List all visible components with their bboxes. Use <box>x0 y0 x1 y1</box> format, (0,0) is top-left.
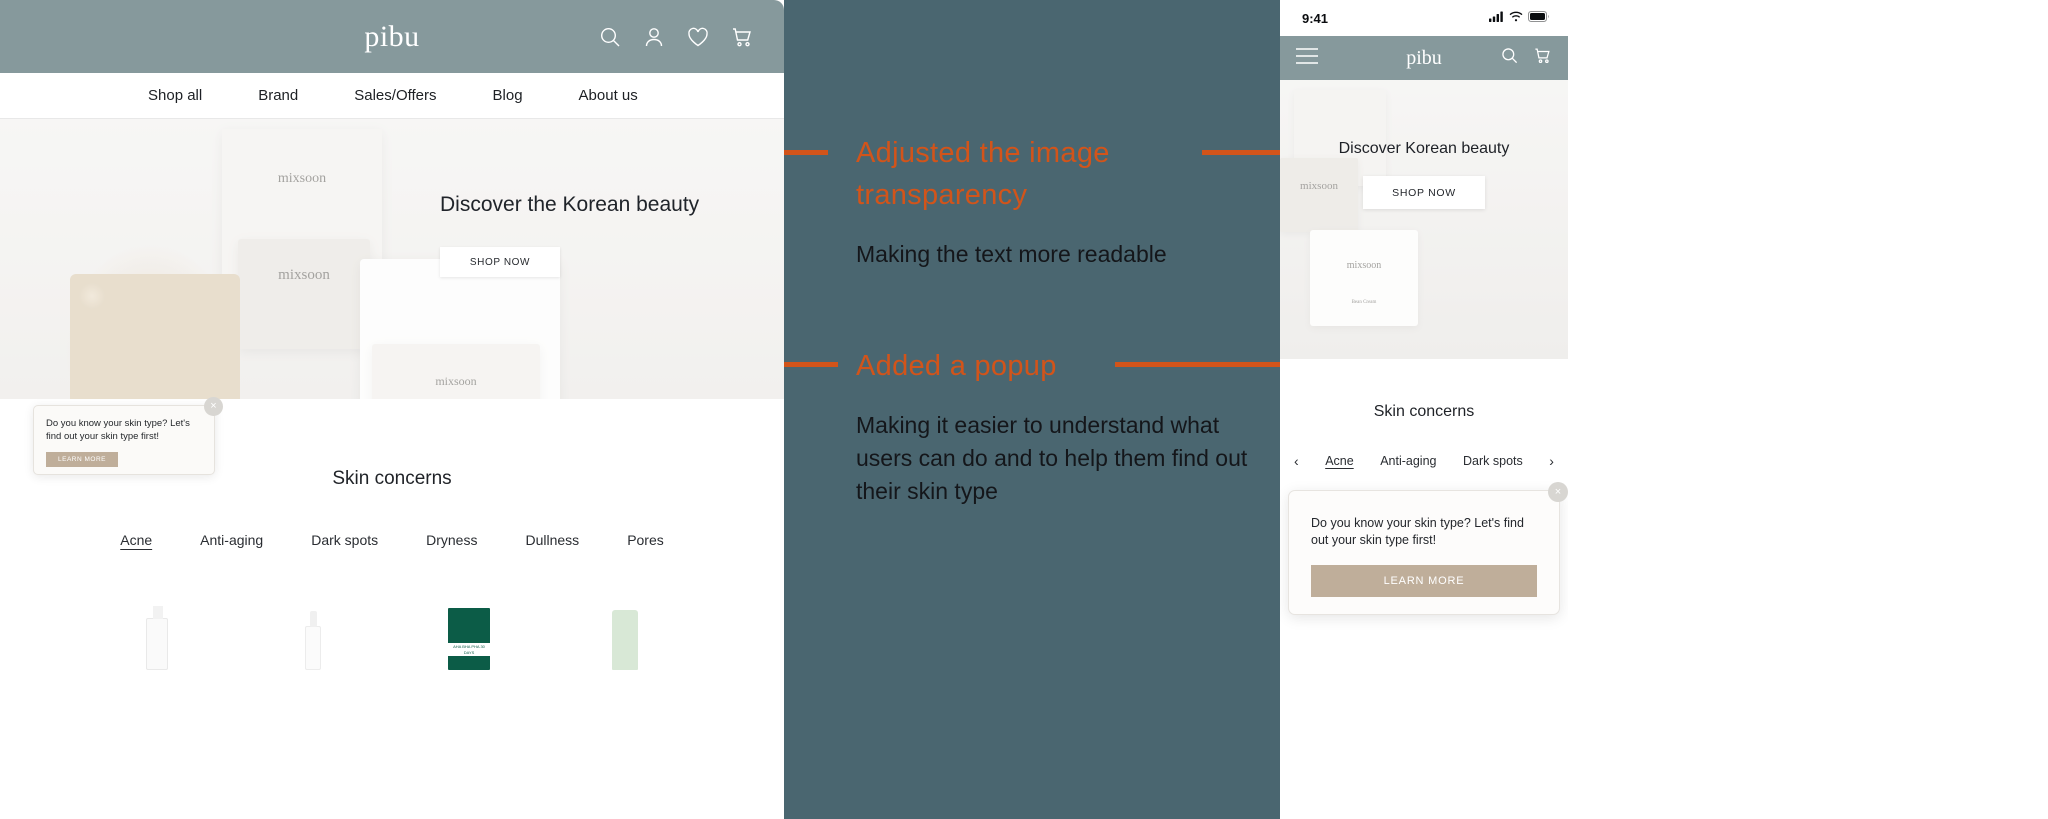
mobile-header-icons <box>1500 46 1552 70</box>
nav-item-sales[interactable]: Sales/Offers <box>354 87 436 104</box>
annotation-list: Adjusted the image transparency Making t… <box>856 0 1286 819</box>
mobile-mockup: 9:41 pibu mixsoon mixsoon Bean Cream Dis… <box>1280 0 1568 819</box>
annotation-body: Making it easier to understand what user… <box>856 412 1248 504</box>
desktop-mockup: pibu Shop all Brand Sales/Offers Blog Ab… <box>0 0 784 819</box>
concern-tab-anti-aging[interactable]: Anti-aging <box>1380 454 1436 468</box>
chevron-left-icon[interactable]: ‹ <box>1294 453 1299 469</box>
wifi-icon <box>1509 9 1523 27</box>
learn-more-button[interactable]: LEARN MORE <box>46 452 118 467</box>
annotation-panel: Adjusted the image transparency Making t… <box>784 0 1280 819</box>
hero-title: Discover the Korean beauty <box>440 193 700 216</box>
shop-now-button[interactable]: SHOP NOW <box>440 247 560 277</box>
desktop-header: pibu <box>0 0 784 73</box>
status-icons <box>1489 9 1550 27</box>
nav-item-shop-all[interactable]: Shop all <box>148 87 202 104</box>
desktop-nav: Shop all Brand Sales/Offers Blog About u… <box>0 73 784 119</box>
nav-item-blog[interactable]: Blog <box>493 87 523 104</box>
annotation-item-transparency: Adjusted the image transparency Making t… <box>856 132 1256 271</box>
product-card[interactable] <box>282 590 346 670</box>
wishlist-icon[interactable] <box>686 25 710 49</box>
desktop-skin-concerns-section: Skin concerns Acne Anti-aging Dark spots… <box>0 440 784 819</box>
status-time: 9:41 <box>1302 10 1329 26</box>
popup-message: Do you know your skin type? Let's find o… <box>46 418 190 442</box>
concern-tab-dullness[interactable]: Dullness <box>525 532 579 548</box>
chevron-right-icon[interactable]: › <box>1549 453 1554 469</box>
mobile-skin-type-popup: × Do you know your skin type? Let's find… <box>1288 482 1568 615</box>
hero-text-block: Discover Korean beauty SHOP NOW <box>1280 140 1568 209</box>
product-card[interactable] <box>126 590 190 670</box>
search-icon[interactable] <box>598 25 622 49</box>
section-title: Skin concerns <box>1373 403 1475 420</box>
hero-text-block: Discover the Korean beauty SHOP NOW <box>440 191 740 277</box>
concern-tab-dryness[interactable]: Dryness <box>426 532 477 548</box>
concern-tab-acne[interactable]: Acne <box>1325 454 1354 468</box>
mobile-status-bar: 9:41 <box>1280 0 1568 36</box>
mobile-header: pibu <box>1280 36 1568 80</box>
battery-icon <box>1528 9 1550 27</box>
shop-now-button[interactable]: SHOP NOW <box>1363 176 1485 209</box>
annotation-heading: Adjusted the image transparency <box>856 137 1110 211</box>
search-icon[interactable] <box>1500 46 1519 70</box>
hero-title: Discover Korean beauty <box>1338 140 1510 157</box>
concern-tab-acne[interactable]: Acne <box>120 532 152 548</box>
close-icon[interactable]: × <box>204 397 223 416</box>
close-icon[interactable]: × <box>1548 482 1568 502</box>
nav-item-brand[interactable]: Brand <box>258 87 298 104</box>
cellular-signal-icon <box>1489 9 1504 27</box>
cart-icon[interactable] <box>730 25 754 49</box>
popup-message: Do you know your skin type? Let's find o… <box>1311 516 1524 547</box>
concern-tab-dark-spots[interactable]: Dark spots <box>1463 454 1523 468</box>
site-logo[interactable]: pibu <box>364 20 419 54</box>
product-badge: AHA BHA PHA 30 DAYS <box>448 643 490 656</box>
hero-transparency-overlay <box>1280 80 1568 359</box>
concern-tab-dark-spots[interactable]: Dark spots <box>311 532 378 548</box>
mobile-hero: mixsoon mixsoon Bean Cream Discover Kore… <box>1280 80 1568 359</box>
learn-more-button[interactable]: LEARN MORE <box>1311 565 1537 597</box>
concern-tabs: ‹ Acne Anti-aging Dark spots › <box>1280 453 1568 469</box>
cart-icon[interactable] <box>1533 46 1552 70</box>
concern-tab-anti-aging[interactable]: Anti-aging <box>200 532 263 548</box>
desktop-hero: mixsoon mixsoon mixsoon Bean Cream Disco… <box>0 119 784 399</box>
annotation-body: Making the text more readable <box>856 241 1167 267</box>
account-icon[interactable] <box>642 25 666 49</box>
product-grid: AHA BHA PHA 30 DAYS <box>0 590 784 670</box>
mobile-skin-concerns-section: Skin concerns ‹ Acne Anti-aging Dark spo… <box>1280 359 1568 469</box>
nav-item-about-us[interactable]: About us <box>579 87 638 104</box>
concern-tab-pores[interactable]: Pores <box>627 532 664 548</box>
desktop-header-icons <box>598 0 754 73</box>
menu-icon[interactable] <box>1296 47 1318 69</box>
desktop-skin-type-popup: × Do you know your skin type? Let's find… <box>33 397 223 475</box>
product-card[interactable]: AHA BHA PHA 30 DAYS <box>438 590 502 670</box>
annotation-item-popup: Added a popup Making it easier to unders… <box>856 345 1256 508</box>
concern-tabs: Acne Anti-aging Dark spots Dryness Dulln… <box>0 532 784 548</box>
product-card[interactable] <box>594 590 658 670</box>
